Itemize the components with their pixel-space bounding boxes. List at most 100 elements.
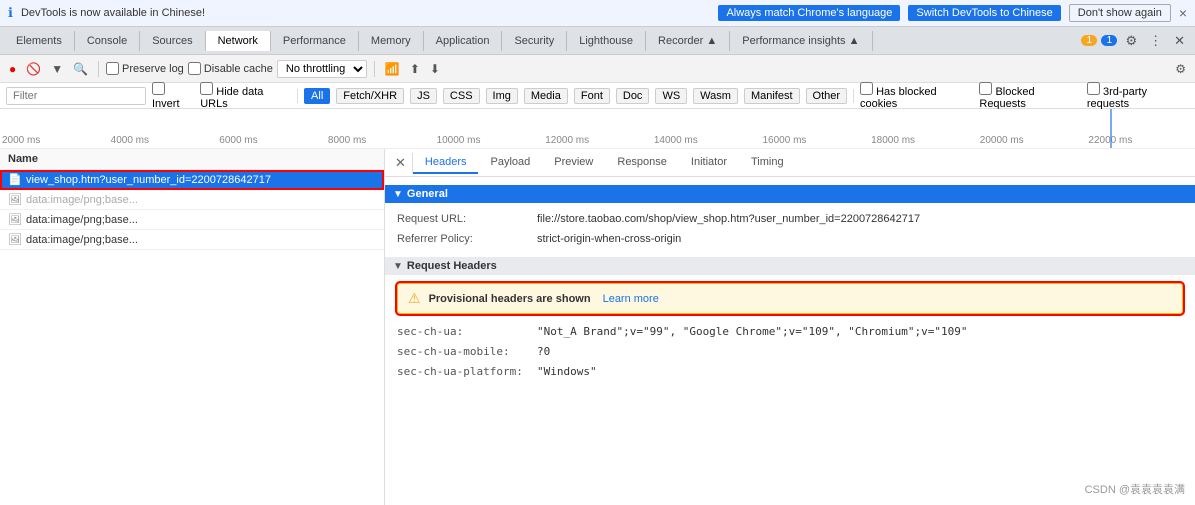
filter-fetch-button[interactable]: Fetch/XHR [336, 88, 404, 104]
sec-ch-ua-label: sec-ch-ua: [397, 324, 537, 340]
throttling-select[interactable]: No throttling [277, 60, 367, 78]
disable-cache-checkbox[interactable] [188, 62, 201, 75]
export-icon[interactable]: ⬇ [427, 60, 443, 78]
sub-tab-initiator[interactable]: Initiator [679, 152, 739, 174]
filter-img-button[interactable]: Img [486, 88, 518, 104]
tab-application[interactable]: Application [424, 31, 503, 51]
file-item-1[interactable]: 🖼 data:image/png;base... [0, 190, 384, 210]
timeline-label-10: 22000 ms [1086, 135, 1195, 146]
timeline-label-8: 18000 ms [869, 135, 978, 146]
blocked-requests-checkbox[interactable] [979, 82, 992, 95]
third-party-label[interactable]: 3rd-party requests [1087, 82, 1189, 110]
sub-tab-response[interactable]: Response [605, 152, 679, 174]
more-icon[interactable]: ⋮ [1145, 31, 1166, 51]
request-url-row: Request URL: file://store.taobao.com/sho… [397, 209, 1183, 229]
sec-ch-ua-mobile-label: sec-ch-ua-mobile: [397, 344, 537, 360]
tab-console[interactable]: Console [75, 31, 140, 51]
sub-tab-timing[interactable]: Timing [739, 152, 796, 174]
filter-other-button[interactable]: Other [806, 88, 848, 104]
file-name-1: data:image/png;base... [26, 194, 138, 206]
timeline-label-4: 10000 ms [435, 135, 544, 146]
learn-more-link[interactable]: Learn more [603, 293, 659, 305]
file-item-wrapper-0: 📄 view_shop.htm?user_number_id=220072864… [0, 170, 384, 190]
timeline-label-9: 20000 ms [978, 135, 1087, 146]
sub-tab-payload[interactable]: Payload [478, 152, 542, 174]
file-item-2[interactable]: 🖼 data:image/png;base... [0, 210, 384, 230]
tab-memory[interactable]: Memory [359, 31, 424, 51]
file-item-3[interactable]: 🖼 data:image/png;base... [0, 230, 384, 250]
sec-ch-ua-value: "Not_A Brand";v="99", "Google Chrome";v=… [537, 324, 967, 340]
wifi-icon[interactable]: 📶 [382, 60, 403, 78]
invert-label[interactable]: Invert [152, 82, 194, 110]
blocked-cookies-label[interactable]: Has blocked cookies [860, 82, 973, 110]
filter-bar: Invert Hide data URLs All Fetch/XHR JS C… [0, 83, 1195, 109]
preserve-log-checkbox[interactable] [106, 62, 119, 75]
close-icon[interactable]: × [1179, 5, 1187, 21]
badge-warning: 1 [1081, 35, 1097, 46]
sub-tab-headers[interactable]: Headers [413, 152, 479, 174]
record-button[interactable]: ● [6, 60, 19, 78]
match-language-button[interactable]: Always match Chrome's language [718, 5, 900, 21]
badge-info: 1 [1101, 35, 1117, 46]
hide-data-urls-checkbox[interactable] [200, 82, 213, 95]
filter-input[interactable] [6, 87, 146, 105]
tab-sources[interactable]: Sources [140, 31, 205, 51]
blocked-cookies-checkbox[interactable] [860, 82, 873, 95]
timeline-label-2: 6000 ms [217, 135, 326, 146]
request-url-label: Request URL: [397, 211, 537, 227]
detail-close-icon[interactable]: ✕ [389, 153, 413, 173]
settings-icon[interactable]: ⚙ [1121, 31, 1141, 51]
sub-tab-preview[interactable]: Preview [542, 152, 605, 174]
warning-icon: ⚠ [408, 290, 421, 307]
preserve-log-label[interactable]: Preserve log [106, 62, 184, 75]
disable-cache-label[interactable]: Disable cache [188, 62, 273, 75]
filter-manifest-button[interactable]: Manifest [744, 88, 800, 104]
tab-performance-insights[interactable]: Performance insights ▲ [730, 31, 872, 51]
tab-recorder[interactable]: Recorder ▲ [646, 31, 730, 51]
file-item-0[interactable]: 📄 view_shop.htm?user_number_id=220072864… [0, 170, 384, 190]
tab-elements[interactable]: Elements [4, 31, 75, 51]
third-party-checkbox[interactable] [1087, 82, 1100, 95]
sub-tab-bar: ✕ Headers Payload Preview Response Initi… [385, 149, 1195, 177]
request-headers-section-header: ▼ Request Headers [385, 257, 1195, 275]
main-layout: Name 📄 view_shop.htm?user_number_id=2200… [0, 149, 1195, 505]
filter-media-button[interactable]: Media [524, 88, 568, 104]
file-name-2: data:image/png;base... [26, 214, 138, 226]
invert-checkbox[interactable] [152, 82, 165, 95]
import-icon[interactable]: ⬆ [407, 60, 423, 78]
referrer-policy-label: Referrer Policy: [397, 231, 537, 247]
timeline-label-1: 4000 ms [109, 135, 218, 146]
info-text: DevTools is now available in Chinese! [21, 7, 711, 19]
info-bar: ℹ DevTools is now available in Chinese! … [0, 0, 1195, 27]
filter-doc-button[interactable]: Doc [616, 88, 650, 104]
file-list: Name 📄 view_shop.htm?user_number_id=2200… [0, 149, 385, 505]
tab-performance[interactable]: Performance [271, 31, 359, 51]
filter-js-button[interactable]: JS [410, 88, 437, 104]
blocked-requests-label[interactable]: Blocked Requests [979, 82, 1081, 110]
sec-ch-ua-mobile-row: sec-ch-ua-mobile: ?0 [397, 342, 1183, 362]
file-name-3: data:image/png;base... [26, 234, 138, 246]
filter-css-button[interactable]: CSS [443, 88, 480, 104]
hide-data-urls-label[interactable]: Hide data URLs [200, 82, 291, 110]
sec-ch-ua-platform-value: "Windows" [537, 364, 597, 380]
filter-icon[interactable]: ▼ [48, 60, 66, 78]
search-icon[interactable]: 🔍 [70, 60, 91, 78]
filter-ws-button[interactable]: WS [655, 88, 687, 104]
network-settings-icon[interactable]: ⚙ [1172, 60, 1189, 78]
timeline-label-6: 14000 ms [652, 135, 761, 146]
file-icon-2: 🖼 [8, 213, 22, 226]
separator-2 [374, 61, 375, 77]
close-devtools-icon[interactable]: ✕ [1170, 31, 1189, 51]
dont-show-again-button[interactable]: Don't show again [1069, 4, 1171, 22]
file-icon-1: 🖼 [8, 193, 22, 206]
filter-font-button[interactable]: Font [574, 88, 610, 104]
filter-wasm-button[interactable]: Wasm [693, 88, 738, 104]
filter-all-button[interactable]: All [304, 88, 330, 104]
tab-lighthouse[interactable]: Lighthouse [567, 31, 646, 51]
clear-button[interactable]: 🚫 [23, 60, 44, 78]
tab-security[interactable]: Security [502, 31, 567, 51]
switch-devtools-button[interactable]: Switch DevTools to Chinese [908, 5, 1060, 21]
referrer-policy-row: Referrer Policy: strict-origin-when-cros… [397, 229, 1183, 249]
timeline-label-3: 8000 ms [326, 135, 435, 146]
tab-network[interactable]: Network [206, 31, 271, 51]
